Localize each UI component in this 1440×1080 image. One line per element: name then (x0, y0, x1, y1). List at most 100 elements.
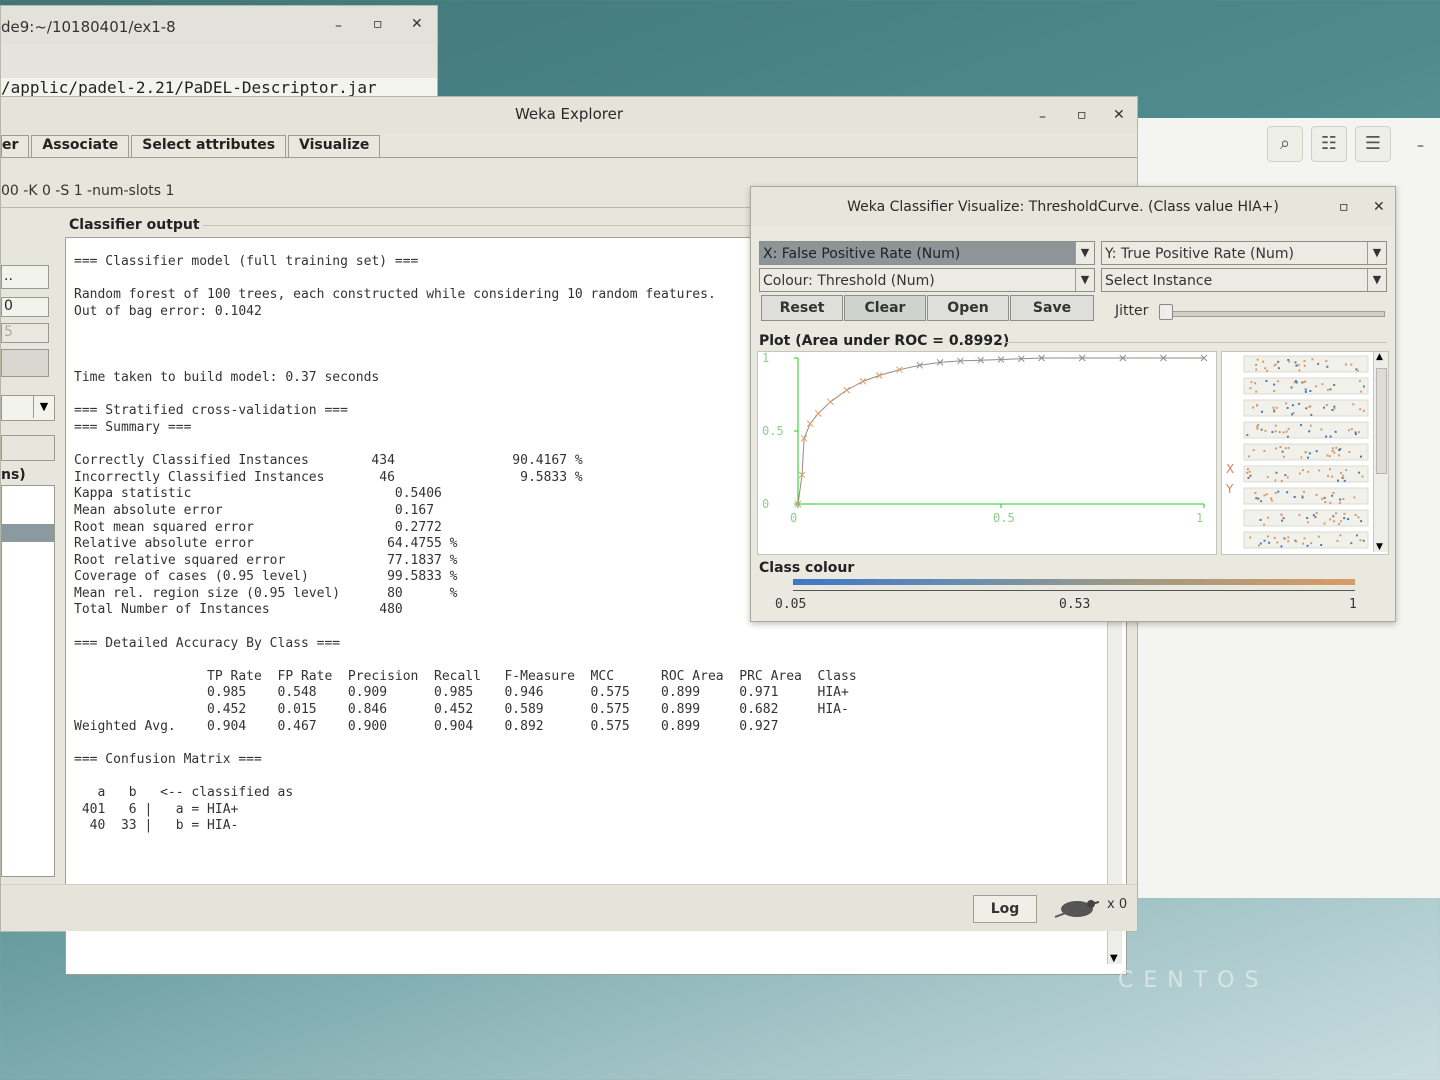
matrix-dot (1317, 362, 1320, 365)
matrix-dot (1350, 542, 1353, 545)
menu-icon[interactable]: ☰ (1355, 126, 1391, 162)
start-button[interactable] (1, 435, 55, 461)
matrix-dot (1331, 475, 1334, 478)
classifier-config[interactable]: 00 -K 0 -S 1 -num-slots 1 (1, 183, 174, 199)
result-list-label: ns) (1, 467, 26, 483)
matrix-dot (1301, 496, 1304, 499)
clear-button[interactable]: Clear (844, 295, 926, 321)
open-button[interactable]: Open (927, 295, 1009, 321)
matrix-dot (1315, 385, 1318, 388)
matrix-dot (1321, 383, 1324, 386)
maximize-icon[interactable]: ▫ (1339, 199, 1349, 215)
attribute-matrix-panel[interactable]: X Y ▲ ▼ (1221, 351, 1389, 555)
roc-point[interactable] (875, 372, 883, 379)
minimize-icon[interactable]: – (1039, 109, 1046, 125)
matrix-dot (1329, 501, 1332, 504)
matrix-dot (1284, 447, 1287, 450)
status-bar: Log x 0 (1, 884, 1137, 931)
roc-point[interactable] (806, 420, 814, 428)
save-button[interactable]: Save (1010, 295, 1094, 321)
matrix-dot (1300, 424, 1303, 427)
matrix-dot (1358, 471, 1361, 474)
matrix-dot (1343, 479, 1346, 482)
matrix-dot (1266, 535, 1269, 538)
plot-group-border (999, 342, 1387, 343)
close-icon[interactable]: ✕ (411, 16, 423, 32)
viz-titlebar[interactable]: Weka Classifier Visualize: ThresholdCurv… (751, 187, 1395, 227)
matrix-dot (1271, 499, 1274, 502)
matrix-dot (1285, 430, 1288, 433)
roc-point[interactable] (859, 378, 867, 385)
reset-button[interactable]: Reset (761, 295, 843, 321)
maximize-icon[interactable]: ▫ (373, 16, 383, 32)
matrix-dot (1331, 447, 1334, 450)
explorer-title: Weka Explorer (514, 105, 624, 123)
matrix-cell[interactable] (1243, 487, 1369, 505)
matrix-dot (1287, 540, 1290, 543)
minimize-icon[interactable]: – (1417, 138, 1424, 154)
list-view-icon[interactable]: ☷ (1311, 126, 1347, 162)
matrix-dot (1274, 447, 1277, 450)
matrix-y-label: Y (1226, 482, 1234, 496)
threshold-curve-window[interactable]: Weka Classifier Visualize: ThresholdCurv… (750, 186, 1396, 622)
class-colour-gradient (793, 579, 1355, 585)
matrix-scrollbar[interactable]: ▲ ▼ (1373, 352, 1388, 552)
minimize-icon[interactable]: – (335, 18, 342, 34)
more-options-button[interactable] (1, 349, 49, 377)
scroll-down-icon[interactable]: ▼ (1376, 542, 1383, 552)
class-select[interactable]: ▼ (1, 395, 55, 421)
roc-point[interactable] (814, 410, 822, 417)
scroll-up-icon[interactable]: ▲ (1376, 352, 1383, 362)
jitter-slider-thumb[interactable] (1159, 304, 1173, 320)
matrix-dot (1288, 360, 1291, 363)
explorer-titlebar[interactable]: Weka Explorer – ▫ ✕ (1, 97, 1137, 133)
matrix-dot (1331, 409, 1334, 412)
matrix-dot (1273, 389, 1276, 392)
matrix-cell[interactable] (1243, 531, 1369, 549)
matrix-scroll-thumb[interactable] (1376, 368, 1387, 474)
result-list-item-selected[interactable] (2, 524, 54, 542)
instance-select[interactable]: Select Instance ▼ (1101, 268, 1387, 292)
x-tick-label: 0.5 (993, 511, 1015, 525)
y-axis-select[interactable]: Y: True Positive Rate (Num) ▼ (1101, 241, 1387, 265)
chevron-down-icon: ▼ (1075, 242, 1094, 264)
roc-plot[interactable]: 0 0.5 1 0 0.5 1 (757, 351, 1217, 555)
matrix-dot (1309, 405, 1312, 408)
jitter-slider-track[interactable] (1163, 311, 1385, 317)
matrix-dot (1315, 493, 1318, 496)
roc-point[interactable] (827, 398, 834, 406)
y-tick-label: 1 (762, 352, 769, 365)
matrix-dot (1295, 381, 1298, 384)
matrix-dot (1257, 497, 1260, 500)
terminal-titlebar[interactable]: de9:~/10180401/ex1-8 – ▫ ✕ (1, 6, 437, 44)
close-icon[interactable]: ✕ (1113, 107, 1125, 123)
tab-associate[interactable]: Associate (31, 135, 130, 157)
log-button[interactable]: Log (973, 895, 1037, 923)
percent-field[interactable]: 5 (1, 323, 49, 343)
matrix-dot (1329, 518, 1332, 521)
matrix-dot (1262, 360, 1265, 363)
matrix-cell[interactable] (1243, 355, 1369, 373)
matrix-cell[interactable] (1243, 465, 1369, 483)
plot-label: Plot (Area under ROC = 0.8992) (759, 333, 1010, 349)
terminal-window[interactable]: de9:~/10180401/ex1-8 – ▫ ✕ /applic/padel… (0, 5, 438, 102)
chevron-down-icon: ▼ (1075, 269, 1094, 291)
matrix-dot (1334, 430, 1337, 433)
tab-visualize[interactable]: Visualize (288, 135, 381, 157)
matrix-cell[interactable] (1243, 509, 1369, 527)
roc-point[interactable] (843, 386, 851, 394)
class-colour-axis (793, 590, 1355, 591)
x-axis-select[interactable]: X: False Positive Rate (Num) ▼ (759, 241, 1095, 265)
scroll-down-icon[interactable]: ▼ (1110, 953, 1118, 964)
folds-field[interactable]: 0 (1, 297, 49, 317)
close-icon[interactable]: ✕ (1373, 199, 1385, 215)
colour-select[interactable]: Colour: Threshold (Num) ▼ (759, 268, 1095, 292)
result-list[interactable] (1, 485, 55, 877)
more-options-field[interactable]: .. (1, 265, 49, 289)
matrix-dot (1298, 472, 1301, 475)
maximize-icon[interactable]: ▫ (1077, 107, 1087, 123)
matrix-dot (1303, 360, 1306, 363)
tab-classify[interactable]: er (1, 135, 30, 157)
search-icon[interactable]: ⌕ (1267, 126, 1303, 162)
tab-select-attributes[interactable]: Select attributes (131, 135, 287, 157)
